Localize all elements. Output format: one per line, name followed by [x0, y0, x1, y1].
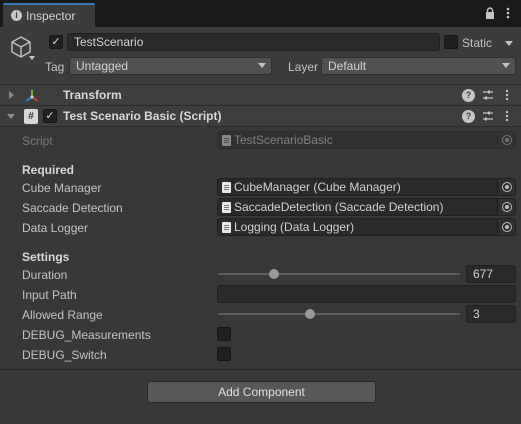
- presets-icon[interactable]: [481, 89, 494, 102]
- input-path-label: Input Path: [22, 288, 77, 302]
- debug-measurements-label: DEBUG_Measurements: [22, 328, 151, 342]
- settings-header: Settings: [22, 250, 70, 264]
- tag-value: Untagged: [76, 59, 129, 73]
- transform-icon: [24, 88, 40, 104]
- cube-manager-value: CubeManager (Cube Manager): [234, 180, 401, 194]
- help-icon[interactable]: ?: [462, 110, 475, 123]
- active-checkbox[interactable]: ✓: [49, 35, 63, 49]
- layer-value: Default: [328, 59, 367, 73]
- add-component-button[interactable]: Add Component: [147, 381, 376, 403]
- object-header: ✓ TestScenario Static Tag Untagged Layer…: [0, 27, 521, 85]
- object-picker-icon: [497, 132, 515, 148]
- chevron-down-icon: [502, 63, 510, 68]
- info-icon: i: [11, 10, 22, 21]
- data-logger-label: Data Logger: [22, 221, 89, 235]
- saccade-detection-value: SaccadeDetection (Saccade Detection): [234, 200, 444, 214]
- duration-label: Duration: [22, 268, 68, 282]
- required-header: Required: [22, 163, 75, 177]
- input-path-field[interactable]: [217, 285, 516, 303]
- chevron-down-icon: [258, 63, 266, 68]
- tab-inspector-label: Inspector: [26, 9, 76, 23]
- debug-switch-checkbox[interactable]: [217, 347, 231, 361]
- debug-measurements-checkbox[interactable]: [217, 327, 231, 341]
- static-label: Static: [462, 36, 493, 50]
- script-asset-icon: [222, 202, 231, 213]
- script-field-label: Script: [22, 134, 53, 148]
- component-enabled-checkbox[interactable]: ✓: [43, 109, 57, 123]
- foldout-expanded-icon[interactable]: [7, 114, 15, 119]
- kebab-menu-icon[interactable]: [500, 110, 513, 123]
- tag-dropdown[interactable]: Untagged: [69, 57, 272, 75]
- tag-label: Tag: [45, 60, 65, 74]
- object-picker-icon[interactable]: [497, 199, 515, 215]
- help-icon[interactable]: ?: [462, 89, 475, 102]
- duration-slider-track[interactable]: [218, 273, 460, 275]
- transform-component-header[interactable]: Transform ?: [0, 84, 521, 106]
- duration-slider-thumb[interactable]: [268, 269, 279, 279]
- gameobject-cube-icon: [10, 35, 32, 58]
- static-dropdown-arrow[interactable]: [505, 41, 513, 46]
- icon-dropdown-arrow[interactable]: [29, 56, 35, 60]
- object-name-field[interactable]: TestScenario: [67, 33, 440, 51]
- script-object-field: TestScenarioBasic: [217, 131, 516, 149]
- cube-manager-label: Cube Manager: [22, 181, 102, 195]
- kebab-menu-icon[interactable]: [500, 89, 513, 102]
- kebab-menu-icon[interactable]: [502, 7, 514, 19]
- script-field-value: TestScenarioBasic: [234, 133, 333, 147]
- cube-manager-field[interactable]: CubeManager (Cube Manager): [217, 178, 516, 196]
- transform-title: Transform: [63, 88, 122, 102]
- saccade-detection-field[interactable]: SaccadeDetection (Saccade Detection): [217, 198, 516, 216]
- script-file-icon: #: [24, 109, 38, 124]
- lock-icon[interactable]: [484, 7, 496, 19]
- allowed-range-slider-track[interactable]: [218, 313, 460, 315]
- saccade-detection-label: Saccade Detection: [22, 201, 123, 215]
- object-picker-icon[interactable]: [497, 179, 515, 195]
- script-asset-icon: [222, 182, 231, 193]
- layer-label: Layer: [288, 60, 319, 74]
- debug-switch-label: DEBUG_Switch: [22, 348, 107, 362]
- script-component-title: Test Scenario Basic (Script): [63, 109, 222, 123]
- layer-dropdown[interactable]: Default: [321, 57, 516, 75]
- allowed-range-label: Allowed Range: [22, 308, 103, 322]
- static-checkbox[interactable]: [444, 35, 458, 49]
- script-asset-icon: [222, 222, 231, 233]
- allowed-range-slider-thumb[interactable]: [304, 309, 315, 319]
- presets-icon[interactable]: [481, 110, 494, 123]
- data-logger-field[interactable]: Logging (Data Logger): [217, 218, 516, 236]
- data-logger-value: Logging (Data Logger): [234, 220, 355, 234]
- tab-bar: i Inspector: [0, 0, 521, 27]
- tab-inspector[interactable]: i Inspector: [3, 3, 95, 27]
- foldout-collapsed-icon[interactable]: [9, 91, 14, 99]
- script-asset-icon: [222, 135, 231, 146]
- script-component-header[interactable]: # ✓ Test Scenario Basic (Script) ?: [0, 105, 521, 127]
- object-picker-icon[interactable]: [497, 219, 515, 235]
- duration-value-field[interactable]: 677: [466, 265, 516, 283]
- allowed-range-value-field[interactable]: 3: [466, 305, 516, 323]
- component-divider: [0, 369, 521, 370]
